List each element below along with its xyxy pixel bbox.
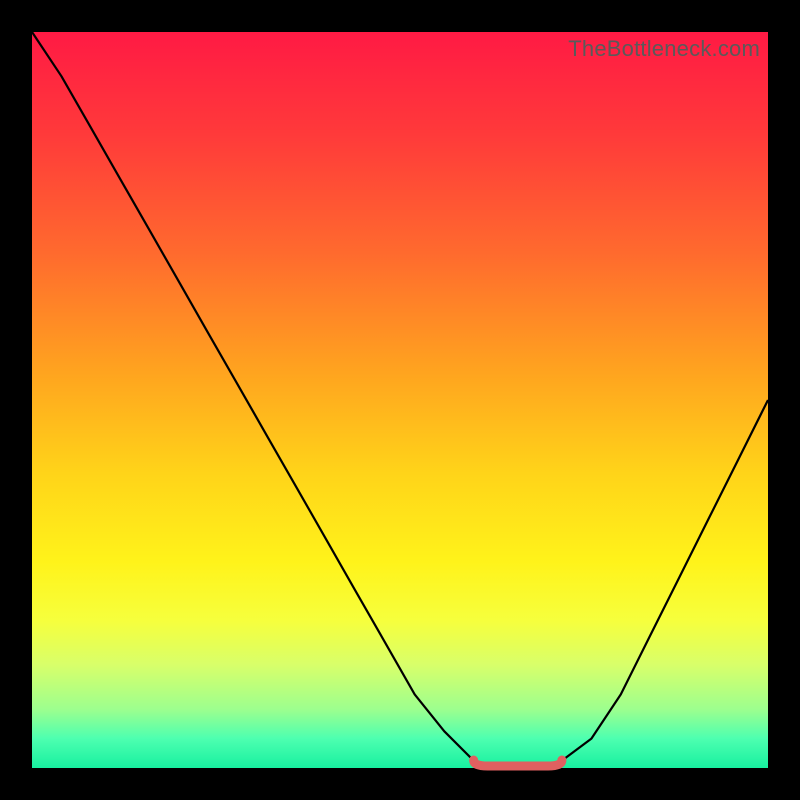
optimal-range-marker (474, 760, 562, 766)
plot-area: TheBottleneck.com (32, 32, 768, 768)
bottleneck-curve (32, 32, 768, 768)
chart-overlay (32, 32, 768, 768)
chart-frame: TheBottleneck.com (0, 0, 800, 800)
